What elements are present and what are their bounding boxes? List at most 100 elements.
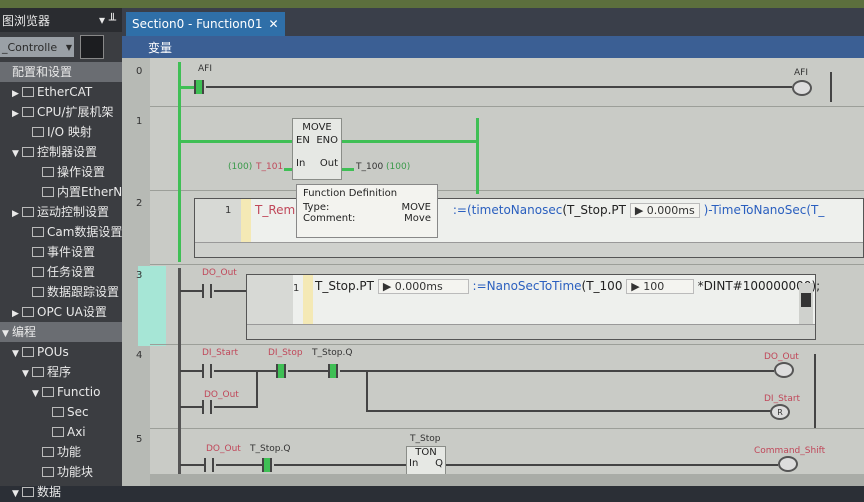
branch-wire: [256, 370, 258, 408]
contact-di-stop[interactable]: [276, 364, 286, 378]
coil-label: DO_Out: [764, 352, 799, 362]
inline-st-box[interactable]: 1 T_Stop.PT ▶ 0.000ms :=NanoSecToTime(T_…: [246, 274, 820, 340]
node-icon: [32, 247, 44, 257]
tree-item[interactable]: ▶ 运动控制设置: [0, 202, 122, 222]
tree-item-label: CPU/扩展机架: [37, 105, 114, 119]
reset-coil-di-start[interactable]: R: [770, 404, 790, 420]
editor-horizontal-scrollbar[interactable]: [150, 474, 864, 486]
tree-item[interactable]: 事件设置: [0, 242, 122, 262]
node-icon: [32, 127, 44, 137]
wire: [342, 140, 476, 143]
wire: [446, 464, 778, 466]
tree-item[interactable]: Sec: [0, 402, 122, 422]
controller-select[interactable]: _Controlle ▼: [0, 37, 74, 57]
contact-label: AFI: [198, 64, 212, 74]
expand-down-icon[interactable]: ▼: [12, 144, 22, 162]
input-variable[interactable]: T_101: [256, 162, 283, 172]
st-lhs: T_Stop.PT: [315, 279, 374, 293]
coil-command-shift[interactable]: [778, 456, 798, 472]
contact-do-out[interactable]: [204, 458, 214, 472]
horizontal-scrollbar[interactable]: [195, 242, 863, 257]
tree-item-label: 编程: [12, 325, 37, 339]
tree-item-label: 数据: [37, 485, 62, 499]
contact-t-stop-q[interactable]: [328, 364, 338, 378]
tree-item[interactable]: ▼ POUs: [0, 342, 122, 362]
expand-right-icon[interactable]: ▶: [12, 304, 22, 322]
coil-label: DI_Start: [764, 394, 801, 404]
tree-item[interactable]: 功能块: [0, 462, 122, 482]
tree-item[interactable]: Cam数据设置: [0, 222, 122, 242]
expand-right-icon[interactable]: ▶: [12, 204, 22, 222]
expand-right-icon[interactable]: ▶: [12, 84, 22, 102]
expand-down-icon[interactable]: ▼: [22, 364, 32, 382]
contact-afi[interactable]: [194, 80, 204, 94]
expand-down-icon[interactable]: ▼: [32, 384, 42, 402]
tree-item[interactable]: ▼ Functio: [0, 382, 122, 402]
st-argument: (T_Stop.PT: [562, 203, 626, 217]
controller-select-value: _Controlle: [2, 40, 58, 54]
tree-item[interactable]: 配置和设置: [0, 62, 122, 82]
tree-item-label: 任务设置: [47, 265, 96, 279]
node-icon: [22, 347, 34, 357]
tree-item[interactable]: Axi: [0, 422, 122, 442]
tree-item[interactable]: ▶ CPU/扩展机架: [0, 102, 122, 122]
tree-item[interactable]: 任务设置: [0, 262, 122, 282]
rung-divider: [150, 106, 864, 107]
tree-item-label: 数据跟踪设置: [47, 285, 120, 299]
rung-number: 2: [136, 198, 143, 209]
vertical-scrollbar[interactable]: [799, 283, 813, 327]
tree-item[interactable]: I/O 映射: [0, 122, 122, 142]
rung-number: 0: [136, 66, 143, 77]
contact-t-stop-q[interactable]: [262, 458, 272, 472]
contact-label: DO_Out: [204, 390, 239, 400]
tooltip-type-value: MOVE: [401, 202, 431, 213]
wire: [216, 464, 262, 466]
tree-item-label: POUs: [37, 345, 69, 359]
tree-item[interactable]: ▼ 编程: [0, 322, 122, 342]
output-variable[interactable]: T_100: [356, 162, 383, 172]
expand-down-icon[interactable]: ▼: [12, 344, 22, 362]
expand-down-icon[interactable]: ▼: [12, 484, 22, 502]
contact-do-out[interactable]: [202, 284, 212, 298]
coil-label: AFI: [794, 68, 808, 78]
tree-item[interactable]: 内置EtherN: [0, 182, 122, 202]
tree-item[interactable]: ▶ EtherCAT: [0, 82, 122, 102]
tree-item[interactable]: ▼ 控制器设置: [0, 142, 122, 162]
explorer-title: 图浏览器: [2, 13, 51, 28]
coil-do-out[interactable]: [774, 362, 794, 378]
variables-bar[interactable]: 变量: [122, 36, 864, 58]
tab-section0-function01[interactable]: Section0 - Function01 ✕: [126, 12, 285, 36]
contact-label: T_Stop.Q: [250, 444, 291, 454]
rung-divider: [150, 190, 864, 191]
expand-right-icon[interactable]: ▶: [12, 104, 22, 122]
wire: [366, 410, 774, 412]
ton-timer-block[interactable]: TON In Q: [406, 446, 446, 476]
tree-item[interactable]: 操作设置: [0, 162, 122, 182]
ladder-editor[interactable]: 0 1 2 3 4 5 AFI AFI MOVE EN ENO In Out (…: [122, 58, 864, 486]
pin-en: EN: [296, 135, 310, 146]
tree-item[interactable]: ▼ 数据: [0, 482, 122, 502]
tree-item[interactable]: ▼ 程序: [0, 362, 122, 382]
left-power-rail-off: [178, 268, 181, 486]
move-function-block[interactable]: MOVE EN ENO In Out: [292, 118, 342, 180]
tree-item[interactable]: 数据跟踪设置: [0, 282, 122, 302]
timer-type: TON: [415, 447, 437, 458]
close-icon[interactable]: ✕: [269, 17, 279, 31]
panel-toggle-button[interactable]: [80, 35, 104, 59]
coil-afi[interactable]: [792, 80, 812, 96]
horizontal-scrollbar[interactable]: [247, 324, 815, 339]
contact-label: DI_Stop: [268, 348, 303, 358]
inline-st-box[interactable]: 1 T_Rem :=(timetoNanosec(T_Stop.PT ▶ 0.0…: [194, 198, 864, 258]
tree-item[interactable]: ▶ OPC UA设置: [0, 302, 122, 322]
st-line-number: 1: [293, 283, 300, 294]
wire: [180, 406, 202, 408]
left-power-rail: [178, 62, 181, 262]
contact-do-out-branch[interactable]: [202, 400, 212, 414]
tree-item[interactable]: 功能: [0, 442, 122, 462]
project-tree: 配置和设置 ▶ EtherCAT ▶ CPU/扩展机架 I/O 映射 ▼ 控制器设置 操作设置内…: [0, 62, 122, 502]
contact-di-start[interactable]: [202, 364, 212, 378]
tree-item-label: EtherCAT: [37, 85, 93, 99]
pin-icon[interactable]: ▾ ╨: [99, 13, 116, 27]
expand-down-icon[interactable]: ▼: [2, 324, 12, 342]
node-icon: [52, 427, 64, 437]
